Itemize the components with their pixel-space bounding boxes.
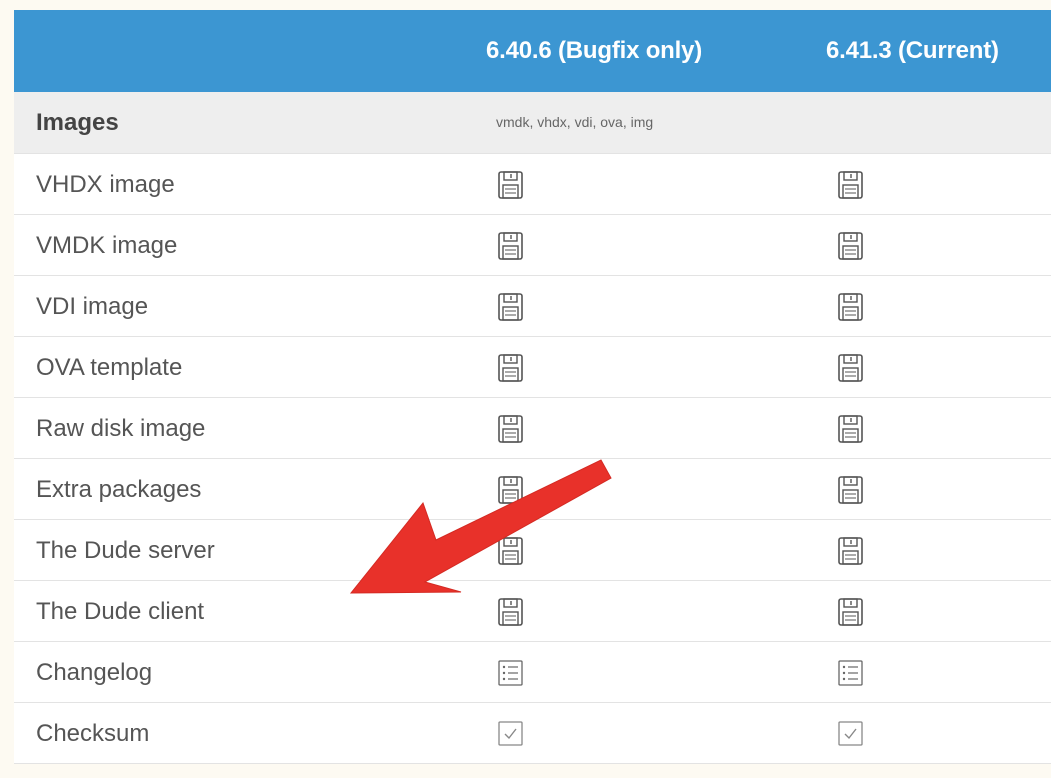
row-label: Checksum [36,720,150,747]
floppy-disk-icon[interactable] [834,473,868,507]
section-note: vmdk, vhdx, vdi, ova, img [496,114,654,130]
floppy-disk-icon[interactable] [494,351,528,385]
row-label: VMDK image [36,232,178,259]
row-label: Changelog [36,659,153,686]
floppy-disk-icon[interactable] [834,595,868,629]
table-row: VMDK image [14,215,1051,276]
floppy-disk-icon[interactable] [494,229,528,263]
floppy-disk-icon[interactable] [834,412,868,446]
table-row: VDI image [14,276,1051,337]
row-label: Raw disk image [36,415,206,442]
table-row: The Dude server [14,520,1051,581]
table-row: Checksum [14,703,1051,764]
section-row-images: Images vmdk, vhdx, vdi, ova, img [14,92,1051,154]
list-icon[interactable] [834,656,868,690]
table-row: VHDX image [14,154,1051,215]
table-row: OVA template [14,337,1051,398]
row-label: VHDX image [36,171,175,198]
floppy-disk-icon[interactable] [494,595,528,629]
list-icon[interactable] [494,656,528,690]
column-header-bugfix: 6.40.6 (Bugfix only) [486,37,703,64]
table-header: 6.40.6 (Bugfix only) 6.41.3 (Current) [14,10,1051,92]
row-label: OVA template [36,354,183,381]
column-header-current: 6.41.3 (Current) [826,37,999,64]
table-row: Changelog [14,642,1051,703]
floppy-disk-icon[interactable] [834,534,868,568]
floppy-disk-icon[interactable] [494,290,528,324]
floppy-disk-icon[interactable] [834,290,868,324]
download-table: 6.40.6 (Bugfix only) 6.41.3 (Current) Im… [14,10,1051,764]
table-row: Raw disk image [14,398,1051,459]
section-label: Images [36,109,119,136]
table-row: The Dude client [14,581,1051,642]
floppy-disk-icon[interactable] [494,473,528,507]
row-label: Extra packages [36,476,202,503]
checkbox-icon[interactable] [494,717,528,751]
row-label: The Dude server [36,537,215,564]
floppy-disk-icon[interactable] [494,412,528,446]
floppy-disk-icon[interactable] [834,229,868,263]
floppy-disk-icon[interactable] [834,351,868,385]
floppy-disk-icon[interactable] [494,168,528,202]
checkbox-icon[interactable] [834,717,868,751]
table-row: Extra packages [14,459,1051,520]
floppy-disk-icon[interactable] [494,534,528,568]
row-label: The Dude client [36,598,205,625]
row-label: VDI image [36,293,149,320]
floppy-disk-icon[interactable] [834,168,868,202]
